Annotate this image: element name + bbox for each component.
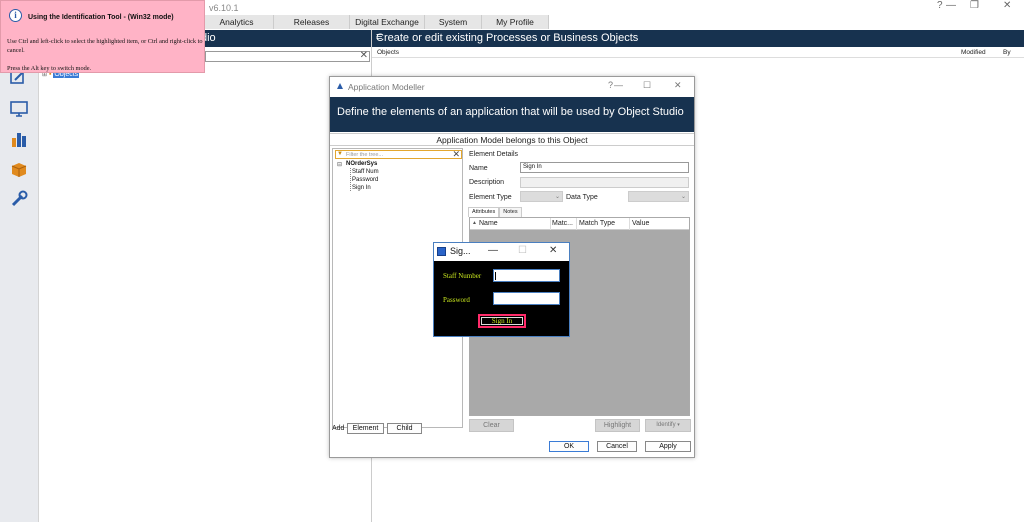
menu-icon[interactable]: ≡ — [376, 31, 1020, 43]
signin-titlebar[interactable]: Sig... — ☐ ✕ — [434, 243, 569, 261]
details-tabs: Attributes Notes — [468, 207, 522, 217]
app-window-icon — [437, 247, 446, 256]
modeller-banner: Define the elements of an application th… — [330, 97, 694, 132]
staff-number-label: Staff Number — [443, 272, 482, 280]
tree-line — [350, 168, 351, 191]
col-value[interactable]: Value — [632, 220, 649, 227]
right-header: Create or edit existing Processes or Bus… — [372, 30, 1024, 47]
tree-node-staff-num[interactable]: Staff Num — [352, 169, 379, 175]
column-separator[interactable] — [576, 218, 577, 230]
signin-window: Sig... — ☐ ✕ Staff Number Password Sign … — [433, 242, 570, 337]
modeller-titlebar[interactable]: Application Modeller ? — ☐ ✕ — [330, 77, 694, 95]
identify-label: Identify — [656, 422, 676, 428]
data-type-select[interactable]: ⌄ — [628, 191, 689, 202]
ok-button[interactable]: OK — [549, 441, 589, 452]
element-type-label: Element Type — [469, 194, 512, 201]
clear-search-icon[interactable]: ✕ — [360, 50, 368, 61]
modeller-banner-text: Define the elements of an application th… — [337, 106, 684, 118]
column-separator[interactable] — [550, 218, 551, 230]
chevron-down-icon: ▾ — [677, 422, 680, 428]
filter-placeholder: Filter the tree... — [346, 152, 383, 158]
signin-minimize-button[interactable]: — — [488, 245, 498, 256]
tree-filter-input[interactable]: ▼ Filter the tree... ✕ — [335, 149, 462, 160]
cancel-button[interactable]: Cancel — [597, 441, 637, 452]
modeller-title: Application Modeller — [348, 82, 425, 92]
modeller-close-button[interactable]: ✕ — [674, 80, 682, 91]
filter-icon: ▼ — [337, 151, 343, 157]
help-button[interactable]: ? — [937, 0, 943, 11]
identification-tooltip: i Using the Identification Tool - (Win32… — [0, 0, 205, 73]
sort-icon: ▲ — [472, 220, 477, 226]
modeller-maximize-button[interactable]: ☐ — [643, 80, 651, 91]
sign-in-button[interactable]: Sign In — [478, 314, 526, 328]
name-label: Name — [469, 165, 488, 172]
password-label: Password — [443, 296, 470, 304]
objects-list-header: Objects Modified By — [372, 47, 1024, 58]
add-label: Add — [332, 425, 345, 432]
menu-my-profile[interactable]: My Profile — [482, 15, 549, 29]
tooltip-body: Use Ctrl and left-click to select the hi… — [7, 38, 203, 54]
col-objects[interactable]: Objects — [377, 49, 399, 56]
element-details-heading: Element Details — [469, 151, 519, 158]
studio-search-input[interactable]: ✕ — [205, 50, 370, 62]
attributes-grid-header: ▲ Name Matc... Match Type Value — [470, 218, 689, 230]
releases-icon[interactable] — [10, 161, 28, 179]
col-name[interactable]: Name — [479, 220, 498, 227]
menu-system[interactable]: System — [425, 15, 482, 29]
close-button[interactable]: ✕ — [1003, 0, 1011, 11]
password-input[interactable] — [493, 292, 560, 305]
minimize-button[interactable]: — — [946, 0, 956, 11]
tree-node-sign-in[interactable]: Sign In — [352, 185, 371, 191]
add-child-button[interactable]: Child — [387, 423, 422, 434]
menu-analytics[interactable]: Analytics — [200, 15, 274, 29]
modeller-subtitle: Application Model belongs to this Object — [330, 133, 694, 146]
clear-filter-icon[interactable]: ✕ — [452, 149, 460, 160]
apply-button[interactable]: Apply — [645, 441, 691, 452]
tree-node-password[interactable]: Password — [352, 177, 378, 183]
main-menu: Analytics Releases Digital Exchange Syst… — [200, 15, 549, 29]
element-type-select[interactable]: ⌄ — [520, 191, 563, 202]
restore-button[interactable]: ❐ — [970, 0, 979, 11]
control-room-icon[interactable] — [10, 100, 28, 118]
signin-title: Sig... — [450, 246, 471, 256]
tooltip-title: Using the Identification Tool - (Win32 m… — [28, 14, 174, 21]
collapse-icon[interactable]: ⊟ — [337, 161, 342, 168]
name-input[interactable]: Sign In — [520, 162, 689, 173]
description-label: Description — [469, 179, 505, 186]
col-match[interactable]: Matc... — [552, 220, 573, 227]
tree-node-root[interactable]: NOrderSys — [346, 161, 377, 167]
col-modified[interactable]: Modified — [961, 49, 986, 56]
column-separator[interactable] — [629, 218, 630, 230]
menu-releases[interactable]: Releases — [274, 15, 350, 29]
col-by[interactable]: By — [1003, 49, 1011, 56]
tab-attributes[interactable]: Attributes — [468, 207, 500, 217]
info-icon: i — [9, 9, 22, 22]
menu-digital-exchange[interactable]: Digital Exchange — [350, 15, 425, 29]
nav-rail — [0, 30, 39, 522]
version-label: v6.10.1 — [209, 3, 239, 13]
tab-notes[interactable]: Notes — [499, 207, 522, 217]
highlight-button[interactable]: Highlight — [595, 419, 640, 432]
signin-close-button[interactable]: ✕ — [549, 245, 557, 256]
chevron-down-icon: ⌄ — [680, 194, 686, 200]
identify-button[interactable]: Identify ▾ — [645, 419, 691, 432]
system-icon[interactable] — [10, 190, 28, 208]
add-element-button[interactable]: Element — [347, 423, 384, 434]
tooltip-more: Press the Alt key to switch mode. — [7, 65, 92, 72]
col-match-type[interactable]: Match Type — [579, 220, 615, 227]
description-input[interactable] — [520, 177, 689, 188]
analytics-icon[interactable] — [10, 130, 28, 148]
signin-maximize-button[interactable]: ☐ — [518, 245, 527, 256]
staff-number-input[interactable] — [493, 269, 560, 282]
clear-button[interactable]: Clear — [469, 419, 514, 432]
data-type-label: Data Type — [566, 194, 598, 201]
modeller-help-button[interactable]: ? — [608, 80, 613, 90]
modeller-minimize-button[interactable]: — — [614, 80, 623, 90]
text-caret — [495, 272, 496, 280]
chevron-down-icon: ⌄ — [554, 194, 560, 200]
app-modeller-icon — [337, 83, 343, 89]
focus-outline — [481, 317, 523, 325]
